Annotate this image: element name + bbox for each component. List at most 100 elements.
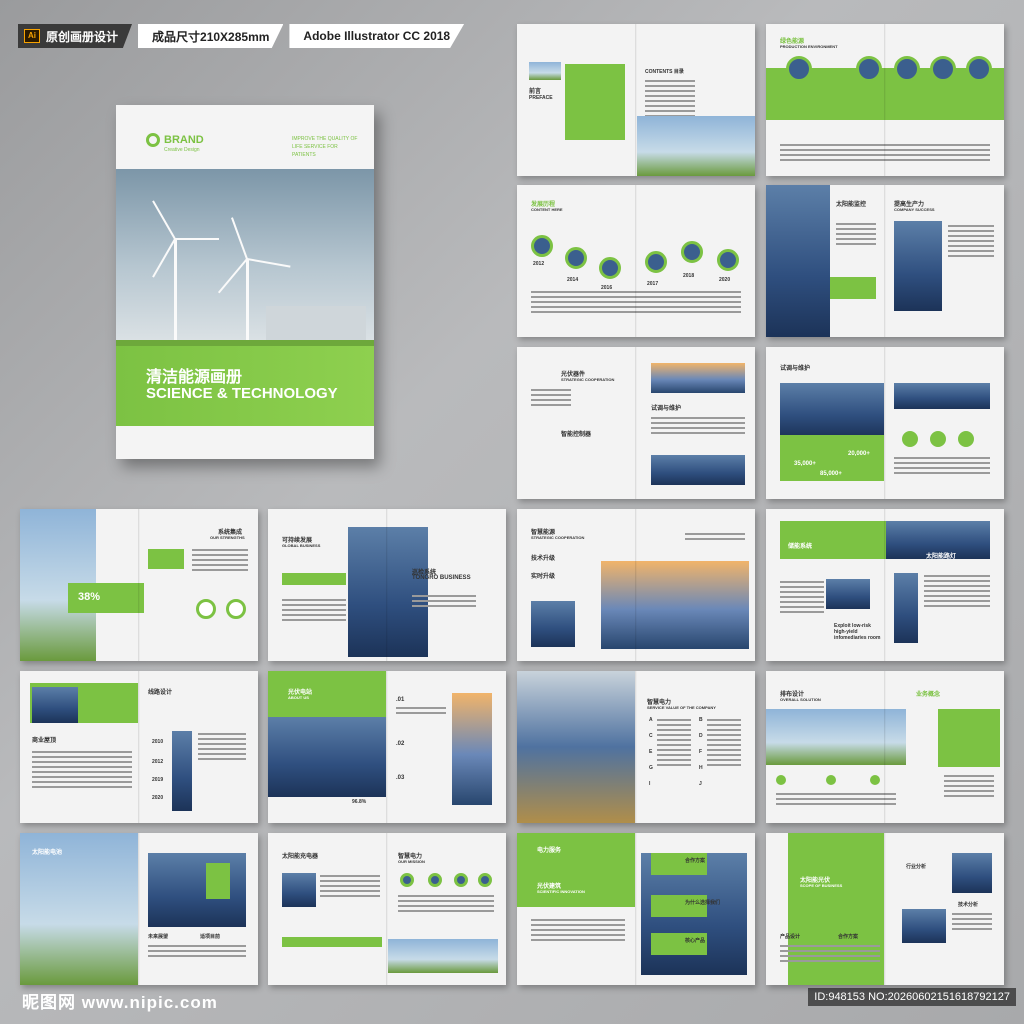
spread-pv-station: 光伏电站 ABOUT US 96.8% .01 .02 .03 [268, 671, 506, 823]
photo-circle [856, 56, 882, 82]
turbine-blade [175, 238, 219, 240]
green-panel [206, 863, 230, 899]
spread-title: 电力服务 [537, 848, 562, 854]
timeline-circle [645, 251, 667, 273]
wind-turbine [246, 259, 249, 346]
pie-a [196, 599, 216, 619]
option-letter: I [649, 781, 651, 787]
solar-array-photo [268, 717, 386, 797]
text-block [531, 389, 571, 409]
spread-title: 商业屋顶 [32, 738, 57, 744]
timeline-circle [531, 235, 553, 257]
spread-layout-design: 排布设计 OVERALL SOLUTION 业务概念 [766, 671, 1004, 823]
text-block [148, 945, 246, 960]
spread-smart-power: 智慧电力 SERVICE VALUE OF THE COMPANY A C E … [517, 671, 755, 823]
illustrator-icon: Ai [24, 29, 40, 43]
timeline-circle [717, 249, 739, 271]
spread-power-service: 电力服务 光伏建筑 SCIENTIFIC INNOVATION 合作方案 为什么… [517, 833, 755, 985]
cover-slogan: IMPROVE THE QUALITY OF LIFE SERVICE FOR … [292, 136, 358, 158]
photo-circle [786, 56, 812, 82]
spread-subtitle: STRATEGIC COOPERATION [531, 535, 585, 540]
solar-panel-photo [282, 873, 316, 907]
year-label: 2012 [152, 759, 164, 765]
spread-smart-energy: 智慧能源 STRATEGIC COOPERATION 技术升级 实时升级 [517, 509, 755, 661]
spread-subtitle: COMPANY SUCCESS [894, 207, 935, 212]
wind-turbine-photo [116, 169, 374, 346]
turbine-blade [152, 200, 176, 240]
turbine-blade [231, 217, 248, 260]
year-label: 2017 [647, 281, 659, 287]
solar-panel-photo [902, 909, 946, 943]
option-letter: C [649, 733, 653, 739]
percent-value: 38% [78, 591, 101, 603]
solar-panel-photo [348, 527, 428, 657]
photo-circle [894, 56, 920, 82]
year-label: 2019 [152, 777, 164, 783]
tag-design: Ai 原创画册设计 [18, 24, 133, 48]
photo-circle [966, 56, 992, 82]
year-label: 2020 [719, 277, 731, 283]
spread-title-3: 智能控制器 [561, 432, 592, 438]
text-block [948, 225, 994, 260]
pie-b [226, 599, 246, 619]
spread-subtitle: CONTENT HERE [531, 207, 563, 212]
spread-subtitle: STRATEGIC COOPERATION [561, 377, 615, 382]
spread-subtitle: PRODUCTION ENVIRONMENT [780, 44, 838, 49]
stat-value: 20,000+ [848, 451, 870, 457]
year-label: 2010 [152, 739, 164, 745]
photo-strip [894, 383, 990, 409]
text-block [836, 223, 876, 248]
turbine-blade [152, 238, 176, 278]
cover-title-en: SCIENCE & TECHNOLOGY [146, 385, 338, 402]
spread-commercial-roof: 商业屋顶 线路设计 2010 2012 2019 2020 [20, 671, 258, 823]
contents-list [645, 80, 695, 120]
text-block [32, 751, 132, 791]
spread-title: 试调与维护 [780, 366, 811, 372]
feature-icon [930, 431, 946, 447]
spread-subtitle: OVERALL SOLUTION [780, 697, 821, 702]
spread-title: 前言 [529, 89, 542, 95]
solar-field-photo [780, 383, 884, 437]
solar-panel-photo [952, 853, 992, 893]
spread-title: 太阳能电池 [32, 850, 63, 856]
solar-panel-photo [826, 579, 870, 609]
sunset-panel-photo [651, 363, 745, 393]
text-block [780, 581, 824, 616]
text-block [320, 875, 380, 900]
spread-title-3: TONGRO BUSINESS [412, 575, 471, 581]
text-block [657, 719, 691, 769]
quote-text: Exploit low-risk high-yield infomediarie… [834, 623, 881, 641]
photo-column [172, 731, 192, 811]
spread-subtitle: OUR STRENGTHS [210, 535, 245, 540]
solar-house-photo [766, 709, 906, 765]
brand-subtitle: Creative Design [164, 147, 200, 153]
year-label: 2014 [567, 277, 579, 283]
green-label [282, 937, 382, 947]
spread-title: 储能系统 [788, 544, 813, 550]
timeline-circle [565, 247, 587, 269]
green-panel [938, 709, 1000, 767]
chart-block [148, 549, 184, 569]
spread-title: 太阳能充电器 [282, 854, 319, 860]
spread-title-3: 实时升级 [531, 574, 556, 580]
text-block [924, 575, 990, 610]
brand-logo: BRAND [146, 133, 204, 147]
green-panel [565, 64, 625, 140]
spread-title-2: 线路设计 [148, 690, 173, 696]
spread-preface: 前言 PREFACE CONTENTS 目录 [517, 24, 755, 176]
spread-title-3: 适项目前 [200, 934, 221, 940]
green-panel [830, 277, 876, 299]
spread-title-2: 技术升级 [531, 556, 556, 562]
option-letter: F [699, 749, 703, 755]
feature-icon [902, 431, 918, 447]
photo-column [452, 693, 492, 805]
year-label: 2018 [683, 273, 695, 279]
spread-solar-cell: 太阳能电池 未来展望 适项目前 [20, 833, 258, 985]
spread-system: 38% 系统集成 OUR STRENGTHS [20, 509, 258, 661]
feature-icon [400, 873, 414, 887]
green-panel [780, 521, 886, 559]
text-block [894, 457, 990, 477]
text-block [685, 533, 745, 543]
stat-value: 35,000+ [794, 461, 816, 467]
spread-green-energy: 绿色能源 PRODUCTION ENVIRONMENT [766, 24, 1004, 176]
